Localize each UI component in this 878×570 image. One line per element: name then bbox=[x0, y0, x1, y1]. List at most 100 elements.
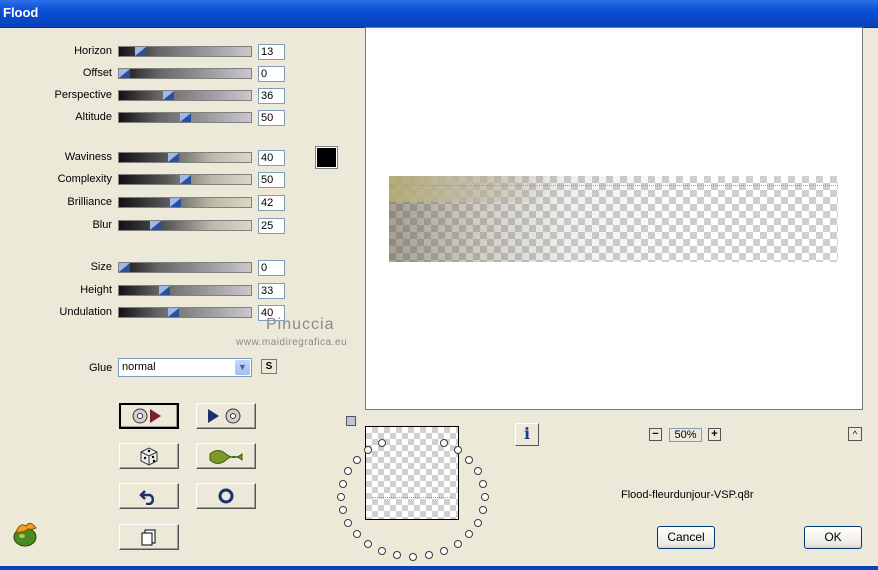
undo-button[interactable] bbox=[119, 483, 179, 509]
reset-circle-icon bbox=[218, 488, 234, 504]
window-bottom-border bbox=[0, 566, 878, 570]
param-label: Altitude bbox=[75, 111, 112, 123]
param-value-field[interactable]: 42 bbox=[258, 195, 285, 211]
param-slider[interactable] bbox=[118, 90, 252, 101]
param-slider[interactable] bbox=[118, 68, 252, 79]
slider-thumb[interactable] bbox=[170, 198, 181, 207]
param-label: Blur bbox=[92, 219, 112, 231]
preview-canvas[interactable] bbox=[365, 27, 863, 410]
navigator-ring-dot bbox=[337, 493, 345, 501]
param-label: Complexity bbox=[57, 173, 112, 185]
collapse-caret-button[interactable]: ^ bbox=[848, 427, 862, 441]
param-slider[interactable] bbox=[118, 262, 252, 273]
param-row-perspective: Perspective 36 bbox=[0, 88, 300, 104]
param-row-complexity: Complexity 50 bbox=[0, 172, 300, 188]
param-row-offset: Offset 0 bbox=[0, 66, 300, 82]
info-button[interactable]: i bbox=[515, 423, 539, 446]
param-label: Brilliance bbox=[67, 196, 112, 208]
param-value-field[interactable]: 13 bbox=[258, 44, 285, 60]
param-slider[interactable] bbox=[118, 152, 252, 163]
title-bar: Flood bbox=[0, 0, 878, 28]
param-row-height: Height 33 bbox=[0, 283, 300, 299]
undo-icon bbox=[139, 490, 155, 505]
render-forward-button[interactable] bbox=[119, 403, 179, 429]
glue-s-button[interactable]: S bbox=[261, 359, 277, 374]
slider-thumb[interactable] bbox=[168, 153, 179, 162]
param-value-field[interactable]: 50 bbox=[258, 110, 285, 126]
navigator-ring-dot bbox=[479, 479, 488, 488]
param-value-field[interactable]: 0 bbox=[258, 66, 285, 82]
navigator-ring-dot bbox=[473, 466, 482, 475]
param-value-field[interactable]: 36 bbox=[258, 88, 285, 104]
navigator-ring-dot bbox=[377, 438, 386, 447]
copy-button[interactable] bbox=[119, 524, 179, 550]
app-logo-icon bbox=[13, 522, 37, 547]
slider-thumb[interactable] bbox=[135, 47, 146, 56]
param-label: Horizon bbox=[74, 45, 112, 57]
param-slider[interactable] bbox=[118, 220, 252, 231]
param-row-brilliance: Brilliance 42 bbox=[0, 195, 300, 211]
param-row-size: Size 0 bbox=[0, 260, 300, 276]
param-slider[interactable] bbox=[118, 285, 252, 296]
slider-thumb[interactable] bbox=[119, 69, 130, 78]
param-label: Offset bbox=[82, 67, 112, 79]
param-slider[interactable] bbox=[118, 307, 252, 318]
copy-page-icon bbox=[141, 529, 156, 546]
param-row-altitude: Altitude 50 bbox=[0, 110, 300, 126]
wave-preset-button[interactable] bbox=[196, 443, 256, 469]
param-value-field[interactable]: 0 bbox=[258, 260, 285, 276]
render-backward-icon bbox=[208, 408, 241, 424]
wave-icon bbox=[209, 450, 243, 464]
zoom-out-button[interactable]: − bbox=[649, 428, 662, 441]
zoom-in-button[interactable]: + bbox=[708, 428, 721, 441]
color-swatch[interactable] bbox=[315, 146, 338, 169]
param-slider[interactable] bbox=[118, 112, 252, 123]
slider-thumb[interactable] bbox=[163, 91, 174, 100]
window-title: Flood bbox=[3, 5, 39, 20]
navigator-ring-dot bbox=[453, 446, 462, 455]
slider-thumb[interactable] bbox=[180, 175, 191, 184]
cancel-button[interactable]: Cancel bbox=[657, 526, 715, 549]
chevron-down-icon[interactable]: ▼ bbox=[235, 360, 250, 375]
render-backward-button[interactable] bbox=[196, 403, 256, 429]
glue-select-value: normal bbox=[122, 361, 156, 373]
random-button[interactable] bbox=[119, 443, 179, 469]
ok-button[interactable]: OK bbox=[804, 526, 862, 549]
param-label: Perspective bbox=[54, 89, 112, 101]
param-label: Height bbox=[80, 284, 112, 296]
zoom-level: 50% bbox=[669, 428, 702, 442]
watermark-name: Pinuccia bbox=[266, 316, 335, 333]
dice-icon bbox=[140, 447, 158, 466]
param-row-horizon: Horizon 13 bbox=[0, 44, 300, 60]
slider-thumb[interactable] bbox=[168, 308, 179, 317]
param-value-field[interactable]: 40 bbox=[258, 150, 285, 166]
slider-thumb[interactable] bbox=[159, 286, 170, 295]
param-slider[interactable] bbox=[118, 174, 252, 185]
navigator-ring-dot bbox=[352, 455, 361, 464]
navigator-ring-dot bbox=[465, 455, 474, 464]
param-label: Waviness bbox=[64, 151, 112, 163]
navigator-ring-dot bbox=[409, 553, 417, 561]
param-row-waviness: Waviness 40 bbox=[0, 150, 300, 166]
navigator-handle[interactable] bbox=[346, 416, 356, 426]
param-row-undulation: Undulation 40 bbox=[0, 305, 300, 321]
param-value-field[interactable]: 50 bbox=[258, 172, 285, 188]
navigator-ring-dot bbox=[377, 547, 386, 556]
preset-filename: Flood-fleurdunjour-VSP.q8r bbox=[621, 489, 754, 501]
slider-thumb[interactable] bbox=[150, 221, 161, 230]
param-value-field[interactable]: 33 bbox=[258, 283, 285, 299]
param-value-field[interactable]: 25 bbox=[258, 218, 285, 234]
param-label: Undulation bbox=[59, 306, 112, 318]
glue-select[interactable]: normal ▼ bbox=[118, 358, 252, 377]
slider-thumb[interactable] bbox=[119, 263, 130, 272]
navigator-ring-dot bbox=[453, 539, 462, 548]
param-slider[interactable] bbox=[118, 197, 252, 208]
reset-button[interactable] bbox=[196, 483, 256, 509]
slider-thumb[interactable] bbox=[180, 113, 191, 122]
param-slider[interactable] bbox=[118, 46, 252, 57]
watermark-site: www.maidiregrafica.eu bbox=[236, 337, 348, 348]
preview-image bbox=[389, 176, 838, 262]
navigator-ring-dot bbox=[338, 479, 347, 488]
param-row-blur: Blur 25 bbox=[0, 218, 300, 234]
navigator-ring-dot bbox=[473, 519, 482, 528]
